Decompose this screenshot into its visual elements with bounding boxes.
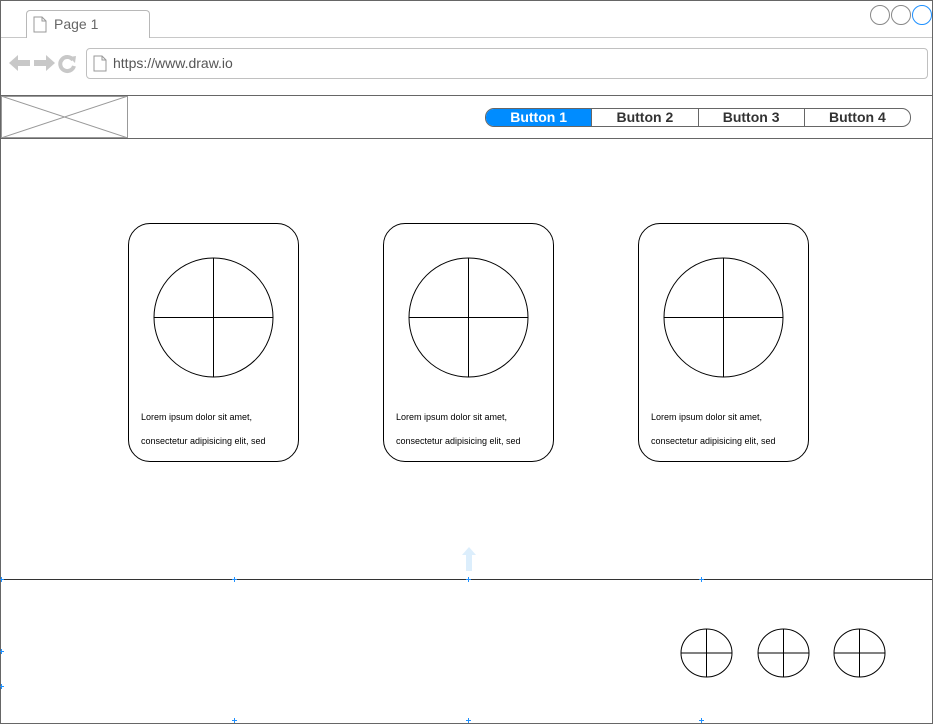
image-placeholder-icon	[833, 628, 886, 678]
logo-image-placeholder	[1, 96, 128, 138]
tab-label: Page 1	[54, 16, 99, 32]
url-text: https://www.draw.io	[113, 55, 233, 71]
selection-handle[interactable]	[466, 718, 471, 723]
window-controls	[870, 5, 932, 25]
selection-handle[interactable]	[232, 718, 237, 723]
image-placeholder-icon	[757, 628, 810, 678]
button-3[interactable]: Button 3	[697, 109, 804, 126]
page-icon	[33, 16, 47, 33]
forward-arrow-icon[interactable]	[33, 54, 55, 72]
back-arrow-icon[interactable]	[9, 54, 31, 72]
card-text-line: Lorem ipsum dolor sit amet,	[396, 412, 508, 422]
minimize-button[interactable]	[870, 5, 890, 25]
card-text-line: Lorem ipsum dolor sit amet,	[651, 412, 763, 422]
tab-bar: Page 1	[1, 1, 932, 38]
selection-handle[interactable]	[0, 577, 4, 582]
image-placeholder-icon	[680, 628, 733, 678]
content-card: Lorem ipsum dolor sit amet, consectetur …	[383, 223, 554, 462]
card-text-line: consectetur adipisicing elit, sed	[396, 436, 521, 446]
image-placeholder-icon	[153, 257, 274, 378]
navigation-bar: https://www.draw.io	[1, 38, 932, 96]
maximize-button[interactable]	[891, 5, 911, 25]
selection-handle[interactable]	[466, 577, 471, 582]
selection-handle[interactable]	[0, 684, 4, 689]
address-bar[interactable]: https://www.draw.io	[86, 48, 928, 79]
button-1[interactable]: Button 1	[486, 109, 592, 126]
nav-icons	[9, 54, 77, 74]
selection-handle[interactable]	[232, 577, 237, 582]
card-text: Lorem ipsum dolor sit amet, consectetur …	[651, 405, 811, 453]
browser-window: Page 1 https://www.draw.io Button 1 Butt…	[0, 0, 933, 724]
site-header: Button 1 Button 2 Button 3 Button 4	[1, 96, 932, 139]
content-card: Lorem ipsum dolor sit amet, consectetur …	[128, 223, 299, 462]
button-group: Button 1 Button 2 Button 3 Button 4	[485, 108, 911, 127]
close-button[interactable]	[912, 5, 932, 25]
button-4[interactable]: Button 4	[803, 109, 910, 126]
card-text-line: consectetur adipisicing elit, sed	[141, 436, 266, 446]
browser-tab[interactable]: Page 1	[26, 10, 150, 38]
selection-handle[interactable]	[0, 649, 4, 654]
card-text-line: consectetur adipisicing elit, sed	[651, 436, 776, 446]
image-placeholder-icon	[408, 257, 529, 378]
reload-icon[interactable]	[57, 54, 77, 74]
selection-handle[interactable]	[699, 718, 704, 723]
card-text: Lorem ipsum dolor sit amet, consectetur …	[141, 405, 301, 453]
button-2[interactable]: Button 2	[591, 109, 697, 126]
page-icon	[93, 55, 107, 72]
card-text-line: Lorem ipsum dolor sit amet,	[141, 412, 253, 422]
selection-handle[interactable]	[699, 577, 704, 582]
card-text: Lorem ipsum dolor sit amet, consectetur …	[396, 405, 556, 453]
content-card: Lorem ipsum dolor sit amet, consectetur …	[638, 223, 809, 462]
image-placeholder-icon	[663, 257, 784, 378]
resize-arrow-icon[interactable]	[462, 547, 476, 571]
